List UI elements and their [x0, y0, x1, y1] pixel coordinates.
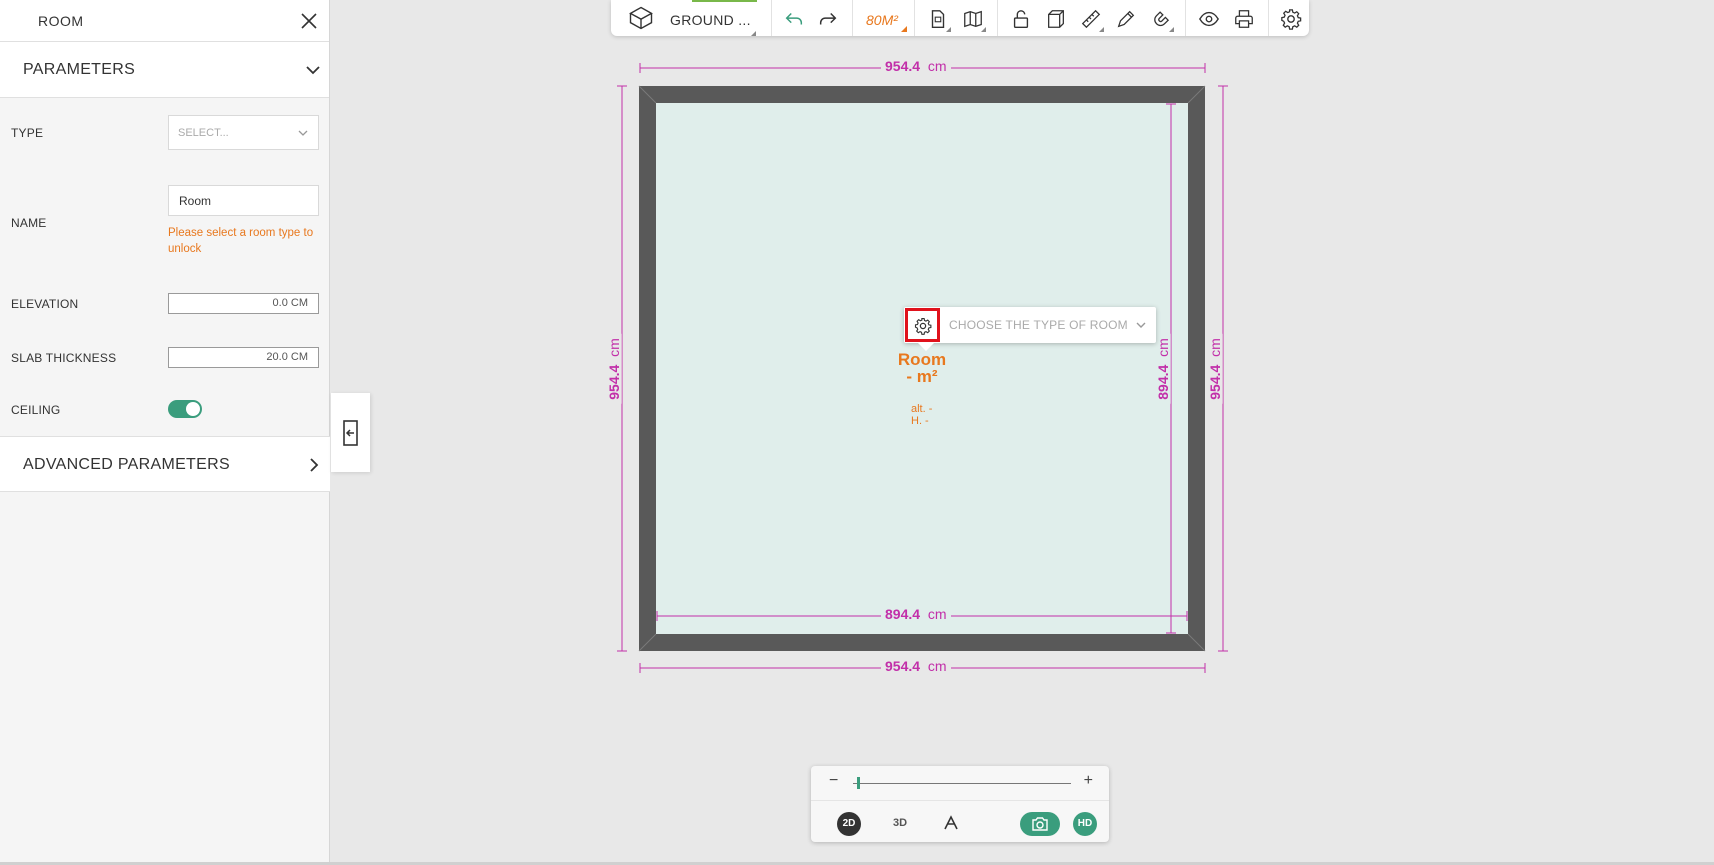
dimension-unit: cm — [605, 338, 622, 357]
ruler-icon[interactable] — [1078, 6, 1104, 32]
floor-plan-canvas[interactable] — [0, 0, 1714, 865]
text-style-icon[interactable] — [943, 815, 959, 836]
toolbar-divider — [1268, 0, 1269, 36]
dropdown-corner — [981, 27, 986, 32]
dimension-unit: cm — [927, 658, 947, 674]
toolbar-divider — [852, 0, 853, 36]
view-3d-button[interactable]: 3D — [893, 817, 907, 829]
dimension-left-value: 954.4 — [605, 364, 622, 400]
room-area-label: - m² — [906, 367, 938, 386]
dimension-unit: cm — [927, 606, 947, 622]
area-corner — [901, 26, 907, 32]
dimension-bottom-value: 954.4 — [885, 658, 921, 674]
toolbar-divider — [771, 0, 772, 36]
room-type-popup-placeholder: CHOOSE THE TYPE OF ROOM — [949, 318, 1128, 332]
toolbar-divider — [1185, 0, 1186, 36]
chevron-down-icon — [1134, 318, 1148, 332]
zoom-in-button[interactable]: + — [1084, 772, 1093, 790]
view-2d-button[interactable]: 2D — [837, 812, 861, 836]
dimension-bottom[interactable]: 954.4 cm — [881, 658, 951, 674]
dropdown-corner — [1169, 27, 1174, 32]
dimension-left[interactable]: 954.4 cm — [605, 334, 622, 404]
zoom-slider-handle[interactable] — [857, 777, 861, 789]
toolbar-divider — [997, 0, 998, 36]
floor-tab-indicator — [692, 0, 757, 2]
dimension-inner-bottom[interactable]: 894.4 cm — [881, 606, 951, 622]
room-type-popup[interactable]: CHOOSE THE TYPE OF ROOM — [904, 307, 1156, 351]
zoom-slider[interactable] — [853, 777, 1071, 789]
dimension-inner-right-value: 894.4 — [1154, 364, 1171, 400]
hd-render-button[interactable]: HD — [1073, 812, 1097, 836]
pen-icon[interactable] — [1113, 6, 1139, 32]
top-toolbar: GROUND ... 80M² — [611, 0, 1309, 36]
dimension-right[interactable]: 954.4 cm — [1206, 334, 1223, 404]
eye-icon[interactable] — [1196, 6, 1222, 32]
total-area-label[interactable]: 80M² — [866, 12, 898, 28]
undo-icon[interactable] — [781, 6, 807, 32]
camera-icon — [1032, 817, 1048, 831]
redo-icon[interactable] — [815, 6, 841, 32]
document-icon[interactable] — [925, 6, 951, 32]
print-icon[interactable] — [1231, 6, 1257, 32]
gear-icon — [914, 317, 932, 335]
map-icon[interactable] — [960, 6, 986, 32]
screenshot-button[interactable] — [1020, 812, 1060, 836]
magnet-icon[interactable] — [1148, 6, 1174, 32]
toolbar-divider — [914, 0, 915, 36]
unlock-icon[interactable] — [1008, 6, 1034, 32]
gear-icon[interactable] — [1278, 6, 1304, 32]
dimension-right-value: 954.4 — [1206, 364, 1223, 400]
viewbar-divider — [811, 800, 1109, 801]
zoom-out-button[interactable]: − — [829, 772, 838, 790]
dimension-top-value: 954.4 — [885, 58, 921, 74]
dimension-unit: cm — [1206, 338, 1223, 357]
floor-selector-corner — [751, 31, 756, 36]
dropdown-corner — [1099, 27, 1104, 32]
cube-icon[interactable] — [627, 4, 657, 30]
room-altitude-label: alt. - — [911, 403, 933, 415]
dimension-unit: cm — [1154, 338, 1171, 357]
dimension-inner-bottom-value: 894.4 — [885, 606, 921, 622]
dimension-unit: cm — [927, 58, 947, 74]
dimension-top[interactable]: 954.4 cm — [881, 58, 951, 74]
dimension-inner-right[interactable]: 894.4 cm — [1154, 334, 1171, 404]
view-controls: − + 2D 3D HD — [811, 766, 1109, 842]
dropdown-corner — [946, 27, 951, 32]
room-height-label: H. - — [911, 415, 929, 427]
room-settings-button[interactable] — [905, 308, 940, 342]
box-icon[interactable] — [1043, 6, 1069, 32]
floor-selector[interactable]: GROUND ... — [670, 12, 751, 28]
